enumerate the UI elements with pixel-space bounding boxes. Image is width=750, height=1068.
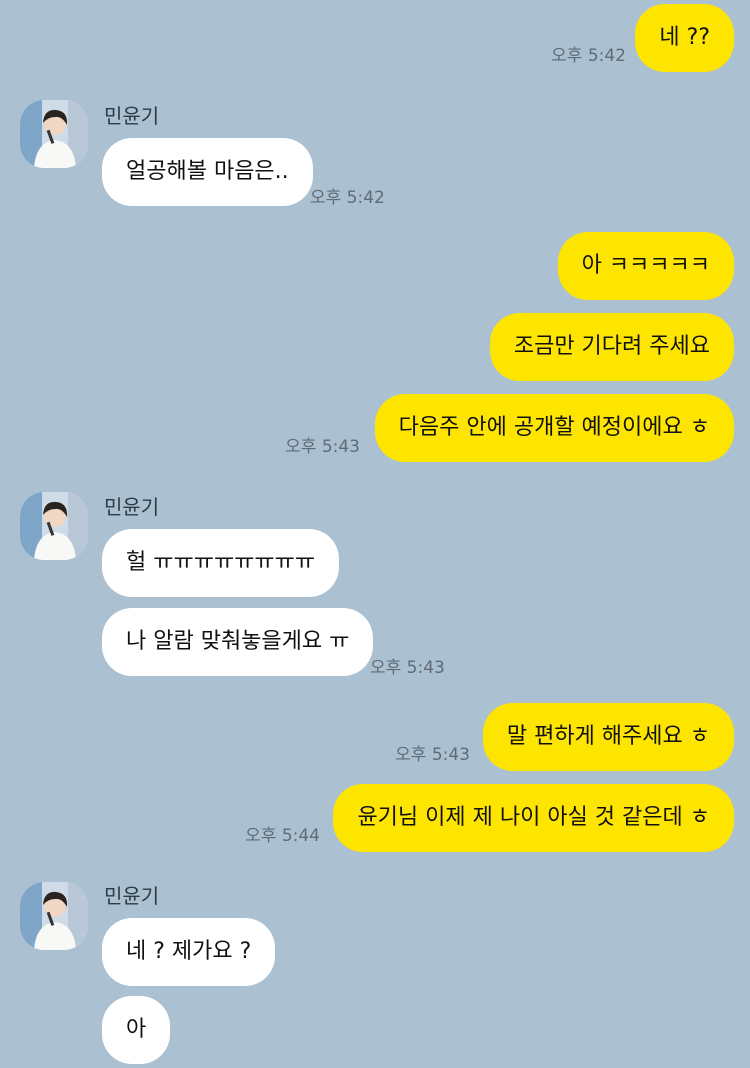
message-bubble-sent[interactable]: 조금만 기다려 주세요 [489, 313, 734, 381]
message-bubble-sent[interactable]: 말 편하게 해주세요 ㅎ [482, 703, 734, 771]
message-bubble-received[interactable]: 나 알람 맞춰놓을게요 ㅠ [102, 608, 374, 676]
message-bubble-received[interactable]: 아 [102, 996, 171, 1064]
message-bubble-received[interactable]: 헐 ㅠㅠㅠㅠㅠㅠㅠㅠ [102, 529, 340, 597]
message-bubble-sent[interactable]: 네 ?? [635, 4, 734, 72]
message-time: 오후 5:43 [285, 437, 360, 457]
message-bubble-sent[interactable]: 아 ㅋㅋㅋㅋㅋ [557, 232, 734, 300]
profile-photo-icon [20, 882, 88, 950]
sender-name: 민윤기 [104, 495, 160, 519]
message-time: 오후 5:42 [551, 46, 626, 66]
message-bubble-received[interactable]: 얼공해볼 마음은.. [102, 138, 313, 206]
message-time: 오후 5:42 [310, 188, 385, 208]
message-bubble-received[interactable]: 네 ? 제가요 ? [102, 918, 276, 986]
message-time: 오후 5:43 [370, 658, 445, 678]
avatar[interactable] [20, 882, 88, 950]
avatar[interactable] [20, 492, 88, 560]
message-bubble-sent[interactable]: 다음주 안에 공개할 예정이에요 ㅎ [374, 394, 734, 462]
message-bubble-sent[interactable]: 윤기님 이제 제 나이 아실 것 같은데 ㅎ [333, 784, 734, 852]
message-time: 오후 5:43 [395, 745, 470, 765]
message-time: 오후 5:44 [245, 826, 320, 846]
chat-area[interactable]: 오후 5:42 네 ?? 민윤기 얼공해볼 마음은.. 오후 5:42 아 ㅋㅋ… [0, 0, 750, 1068]
sender-name: 민윤기 [104, 884, 160, 908]
avatar[interactable] [20, 100, 88, 168]
profile-photo-icon [20, 492, 88, 560]
sender-name: 민윤기 [104, 104, 160, 128]
profile-photo-icon [20, 100, 88, 168]
